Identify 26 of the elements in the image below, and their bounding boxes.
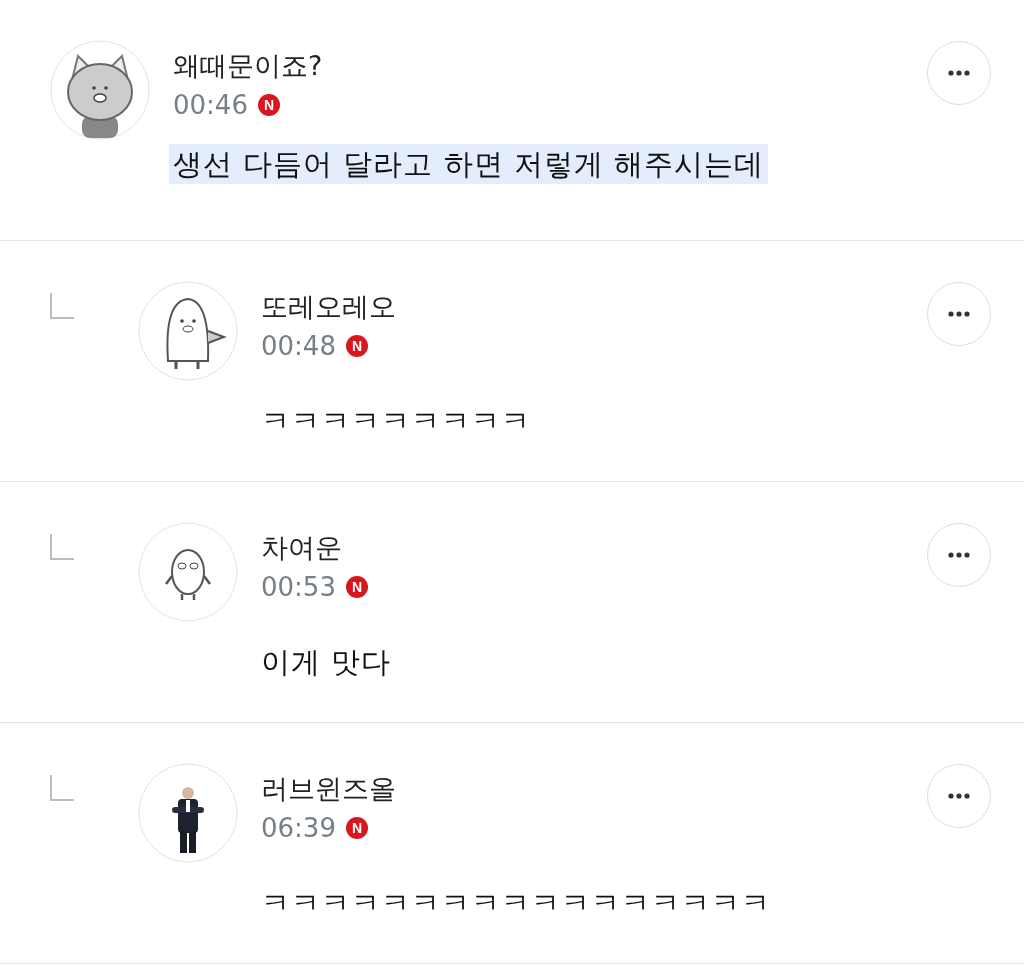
new-badge: N <box>257 94 280 116</box>
new-badge: N <box>345 335 368 357</box>
reply-indent-icon <box>50 534 74 560</box>
comment-text: 생선 다듬어 달라고 하면 저렇게 해주시는데 <box>169 144 769 184</box>
comment-text: ㅋㅋㅋㅋㅋㅋㅋㅋㅋ <box>260 403 532 440</box>
author-name: 또레오레오 <box>261 290 396 324</box>
comment-text: 이게 맛다 <box>260 644 393 681</box>
creature-avatar-icon <box>138 281 238 381</box>
author-name: 러브윈즈올 <box>261 772 396 806</box>
comment-text: ㅋㅋㅋㅋㅋㅋㅋㅋㅋㅋㅋㅋㅋㅋㅋㅋㅋ <box>260 885 772 922</box>
author-name: 차여운 <box>261 531 342 565</box>
author-name: 왜때문이죠? <box>173 49 323 83</box>
more-icon <box>948 70 970 76</box>
cat-avatar-icon <box>50 40 150 140</box>
more-icon <box>948 311 970 317</box>
comment-time: 00:46 <box>173 89 248 122</box>
new-badge: N <box>345 817 368 839</box>
comment-time: 00:53 <box>261 571 336 604</box>
more-icon <box>948 552 970 558</box>
new-badge: N <box>345 576 368 598</box>
reply-indent-icon <box>50 293 74 319</box>
comment-time: 00:48 <box>261 330 336 363</box>
more-icon <box>948 793 970 799</box>
comment-time: 06:39 <box>261 812 336 845</box>
reply-indent-icon <box>50 775 74 801</box>
creature-avatar-icon <box>138 522 238 622</box>
